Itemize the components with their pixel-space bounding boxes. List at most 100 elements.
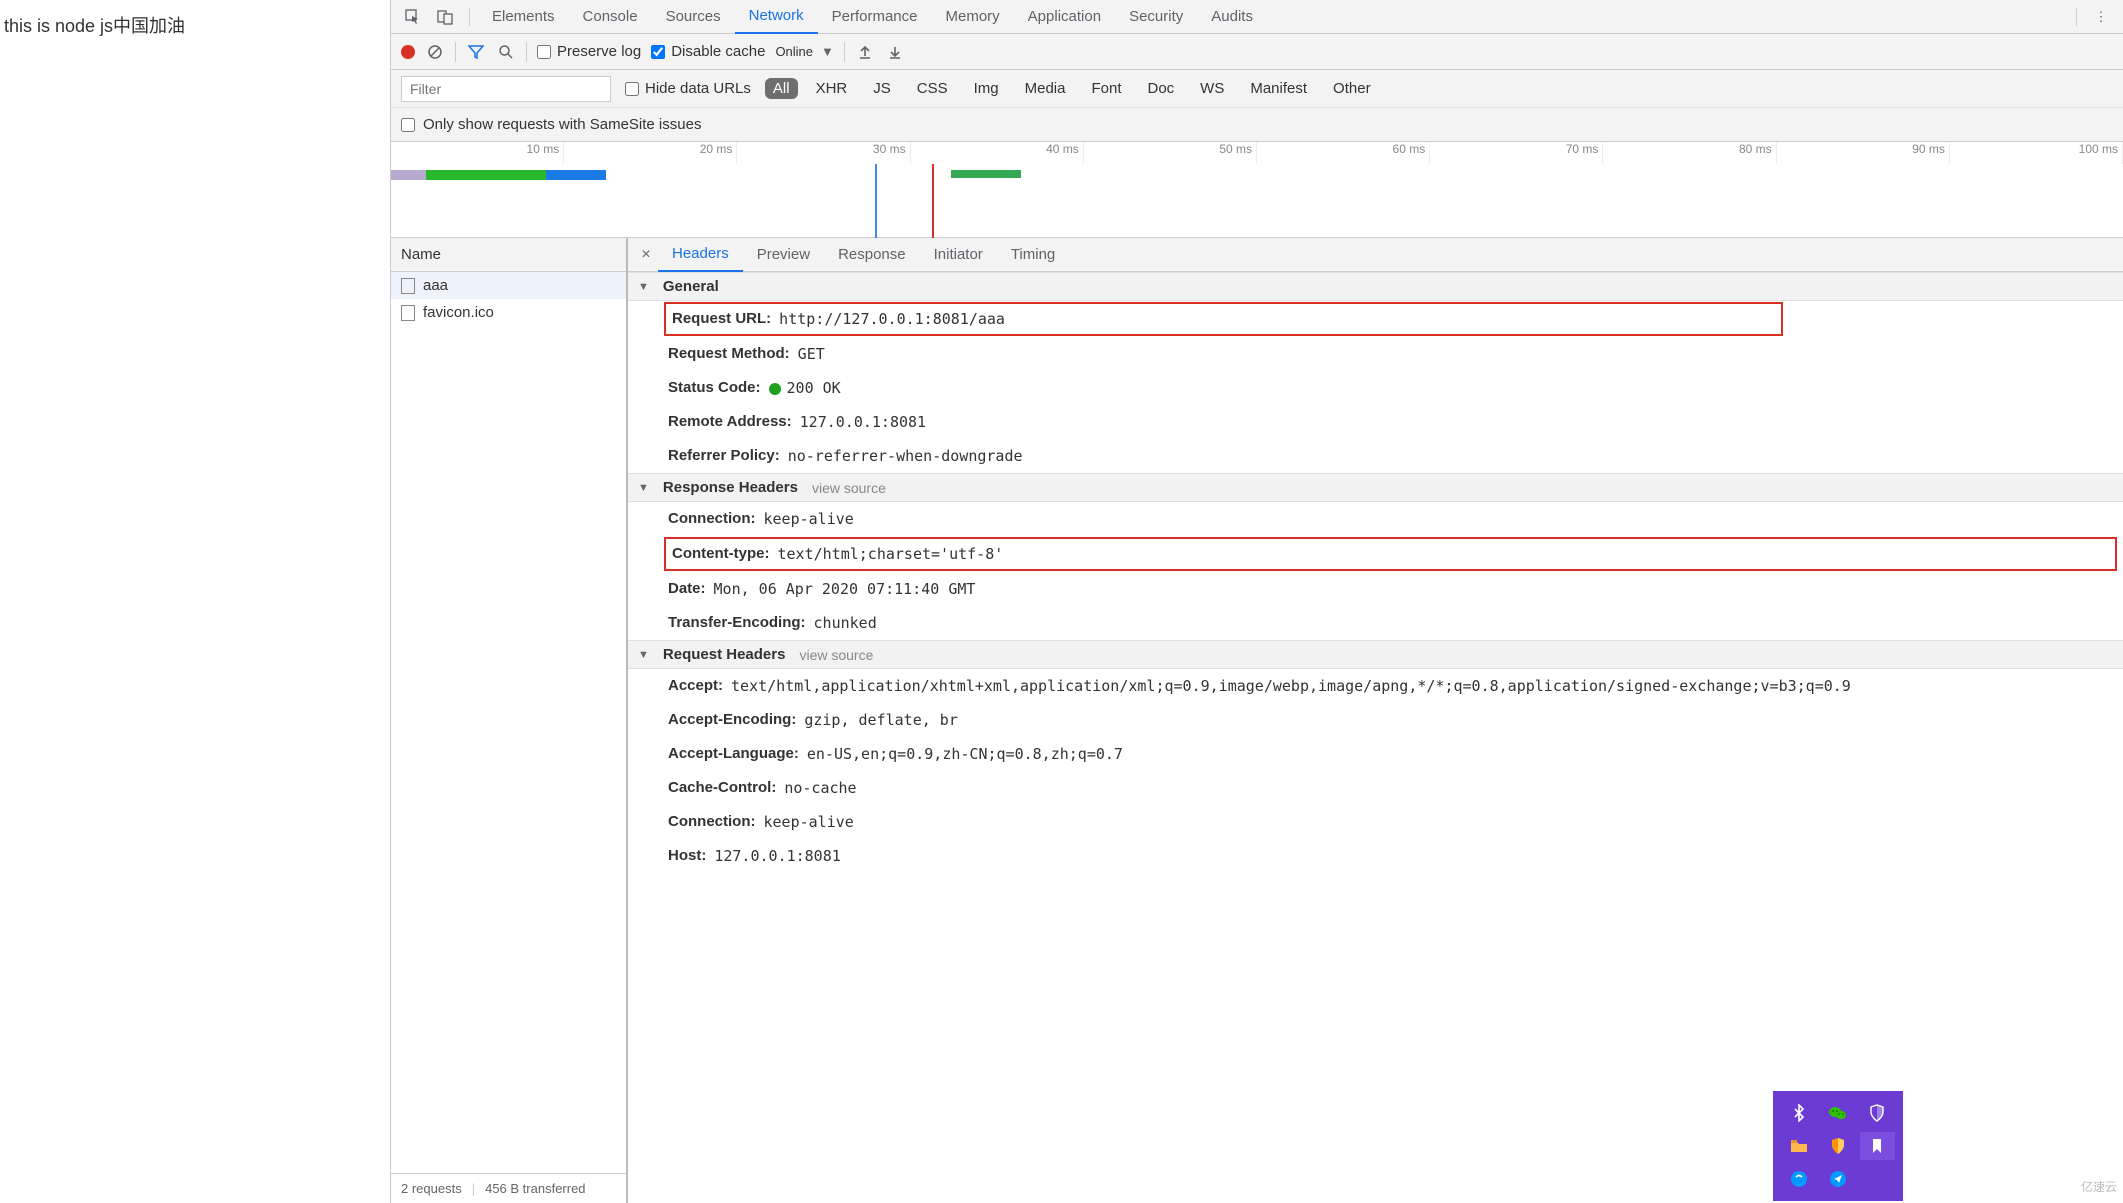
filter-chip-js[interactable]: JS — [865, 78, 899, 99]
detail-tab-initiator[interactable]: Initiator — [920, 238, 997, 272]
separator — [2076, 8, 2077, 26]
tab-elements[interactable]: Elements — [478, 0, 569, 34]
app-icon[interactable] — [1781, 1164, 1816, 1193]
view-source-link[interactable]: view source — [799, 647, 873, 663]
system-tray — [1773, 1091, 1903, 1201]
header-row: Connection:keep-alive — [628, 502, 2123, 536]
tray-empty — [1860, 1164, 1895, 1193]
filter-chip-other[interactable]: Other — [1325, 78, 1379, 99]
header-row: Remote Address:127.0.0.1:8081 — [628, 405, 2123, 439]
network-toolbar: Preserve log Disable cache Online▼ — [391, 34, 2123, 70]
header-row: Transfer-Encoding:chunked — [628, 606, 2123, 640]
devtools-panel: ElementsConsoleSourcesNetworkPerformance… — [390, 0, 2123, 1203]
timeline-tick: 30 ms — [737, 142, 910, 164]
filter-input[interactable] — [401, 76, 611, 102]
throttle-select[interactable]: Online▼ — [775, 44, 833, 59]
request-list: Name aaafavicon.ico 2 requests|456 B tra… — [391, 238, 628, 1203]
detail-tabs: × HeadersPreviewResponseInitiatorTiming — [628, 238, 2123, 272]
shield-icon[interactable] — [1820, 1132, 1855, 1161]
detail-panel: × HeadersPreviewResponseInitiatorTiming … — [628, 238, 2123, 1203]
device-toggle-icon[interactable] — [433, 5, 457, 29]
timeline-bar — [951, 170, 1021, 178]
separator — [455, 42, 456, 62]
header-row: Connection:keep-alive — [628, 805, 2123, 839]
detail-tab-timing[interactable]: Timing — [997, 238, 1069, 272]
header-row: Host:127.0.0.1:8081 — [628, 839, 2123, 873]
tab-audits[interactable]: Audits — [1197, 0, 1267, 34]
page-content: this is node js中国加油 — [0, 0, 390, 1203]
dom-content-loaded-line — [875, 164, 877, 238]
timeline-tick: 100 ms — [1950, 142, 2123, 164]
tab-performance[interactable]: Performance — [818, 0, 932, 34]
timeline-bar — [391, 170, 426, 180]
header-row: Cache-Control:no-cache — [628, 771, 2123, 805]
timeline-bar — [426, 170, 546, 180]
filter-bar: Hide data URLs All XHR JS CSS Img Media Font Do… — [391, 70, 2123, 108]
filter-chip-font[interactable]: Font — [1083, 78, 1129, 99]
filter-chip-img[interactable]: Img — [966, 78, 1007, 99]
separator — [844, 42, 845, 62]
detail-tab-response[interactable]: Response — [824, 238, 920, 272]
timeline-tick: 80 ms — [1603, 142, 1776, 164]
tab-sources[interactable]: Sources — [652, 0, 735, 34]
tab-network[interactable]: Network — [735, 0, 818, 34]
timeline[interactable]: 10 ms20 ms30 ms40 ms50 ms60 ms70 ms80 ms… — [391, 142, 2123, 238]
disable-cache-checkbox[interactable]: Disable cache — [651, 43, 765, 60]
filter-chip-ws[interactable]: WS — [1192, 78, 1232, 99]
view-source-link[interactable]: view source — [812, 480, 886, 496]
defender-icon[interactable] — [1860, 1099, 1895, 1128]
header-row: Accept-Language:en-US,en;q=0.9,zh-CN;q=0… — [628, 737, 2123, 771]
tab-application[interactable]: Application — [1014, 0, 1115, 34]
section-header[interactable]: ▼Request Headersview source — [628, 640, 2123, 669]
tab-console[interactable]: Console — [569, 0, 652, 34]
timeline-tick: 70 ms — [1430, 142, 1603, 164]
filter-chip-manifest[interactable]: Manifest — [1242, 78, 1315, 99]
request-row[interactable]: favicon.ico — [391, 299, 626, 326]
bookmark-icon[interactable] — [1860, 1132, 1895, 1161]
inspect-icon[interactable] — [401, 5, 425, 29]
load-event-line — [932, 164, 934, 238]
filter-chip-css[interactable]: CSS — [909, 78, 956, 99]
hide-data-urls-checkbox[interactable]: Hide data URLs — [625, 80, 751, 97]
request-list-header[interactable]: Name — [391, 238, 626, 272]
header-row: Request Method:GET — [628, 337, 2123, 371]
file-icon — [401, 278, 415, 294]
download-har-icon[interactable] — [885, 42, 905, 62]
detail-tab-headers[interactable]: Headers — [658, 238, 743, 272]
send-icon[interactable] — [1820, 1164, 1855, 1193]
timeline-tick: 50 ms — [1084, 142, 1257, 164]
header-row: Request URL:http://127.0.0.1:8081/aaa — [664, 302, 1783, 336]
filter-chip-all[interactable]: All — [765, 78, 798, 99]
tab-memory[interactable]: Memory — [932, 0, 1014, 34]
filter-chip-xhr[interactable]: XHR — [808, 78, 856, 99]
record-button[interactable] — [401, 45, 415, 59]
section-header[interactable]: ▼Response Headersview source — [628, 473, 2123, 502]
header-row: Accept:text/html,application/xhtml+xml,a… — [628, 669, 2123, 703]
request-row[interactable]: aaa — [391, 272, 626, 299]
filter-chip-doc[interactable]: Doc — [1139, 78, 1182, 99]
section-header[interactable]: ▼General — [628, 272, 2123, 301]
clear-icon[interactable] — [425, 42, 445, 62]
detail-tab-preview[interactable]: Preview — [743, 238, 824, 272]
separator — [469, 8, 470, 26]
folder-icon[interactable] — [1781, 1132, 1816, 1161]
file-icon — [401, 305, 415, 321]
filter-icon[interactable] — [466, 42, 486, 62]
header-row: Content-type:text/html;charset='utf-8' — [664, 537, 2117, 571]
preserve-log-checkbox[interactable]: Preserve log — [537, 43, 641, 60]
search-icon[interactable] — [496, 42, 516, 62]
header-row: Referrer Policy:no-referrer-when-downgra… — [628, 439, 2123, 473]
filter-chip-media[interactable]: Media — [1017, 78, 1074, 99]
timeline-tick: 10 ms — [391, 142, 564, 164]
tab-security[interactable]: Security — [1115, 0, 1197, 34]
close-detail-icon[interactable]: × — [634, 246, 658, 264]
wechat-icon[interactable] — [1820, 1099, 1855, 1128]
header-row: Date:Mon, 06 Apr 2020 07:11:40 GMT — [628, 572, 2123, 606]
kebab-menu-icon[interactable]: ⋮ — [2089, 5, 2113, 29]
header-row: Status Code:200 OK — [628, 371, 2123, 405]
bluetooth-icon[interactable] — [1781, 1099, 1816, 1128]
status-dot-icon — [769, 383, 781, 395]
timeline-tick: 90 ms — [1777, 142, 1950, 164]
samesite-filter[interactable]: Only show requests with SameSite issues — [391, 108, 2123, 142]
upload-har-icon[interactable] — [855, 42, 875, 62]
